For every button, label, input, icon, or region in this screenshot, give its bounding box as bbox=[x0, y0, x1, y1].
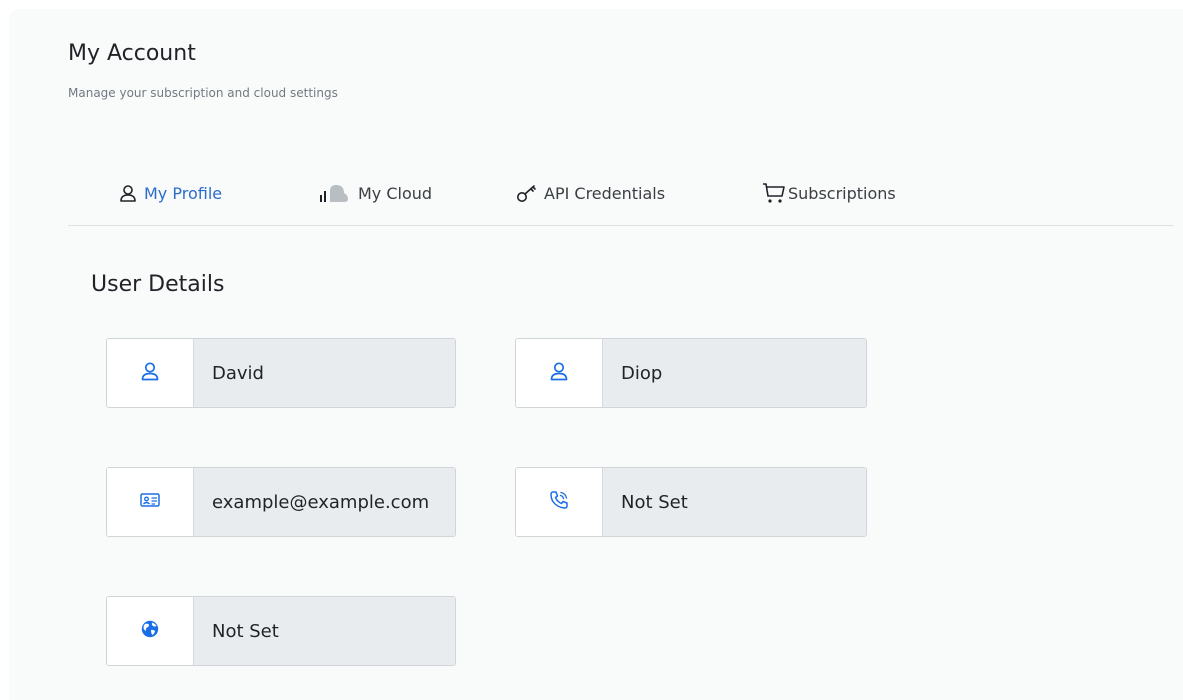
tab-label: Subscriptions bbox=[788, 183, 896, 203]
cart-icon bbox=[762, 182, 786, 204]
id-card-icon bbox=[140, 492, 160, 512]
field-icon-cell bbox=[107, 597, 193, 665]
country-value[interactable]: Not Set bbox=[193, 597, 455, 665]
phone-value[interactable]: Not Set bbox=[602, 468, 866, 536]
cloud-chart-icon bbox=[318, 183, 352, 203]
globe-icon bbox=[140, 619, 160, 643]
user-icon bbox=[139, 360, 161, 386]
user-icon bbox=[548, 360, 570, 386]
tab-api-credentials[interactable]: API Credentials bbox=[516, 180, 665, 206]
last-name-value[interactable]: Diop bbox=[602, 339, 866, 407]
field-icon-cell bbox=[107, 468, 193, 536]
email-field[interactable]: example@example.com bbox=[106, 467, 456, 537]
page-title: My Account bbox=[68, 41, 196, 66]
phone-icon bbox=[548, 489, 570, 515]
field-icon-cell bbox=[516, 468, 602, 536]
user-icon bbox=[118, 183, 138, 203]
email-value[interactable]: example@example.com bbox=[193, 468, 455, 536]
country-field[interactable]: Not Set bbox=[106, 596, 456, 666]
tab-label: API Credentials bbox=[544, 183, 666, 203]
account-tabs: My Profile My Cloud API Credentials Subs… bbox=[68, 170, 1174, 226]
field-icon-cell bbox=[107, 339, 193, 407]
last-name-field[interactable]: Diop bbox=[515, 338, 867, 408]
key-icon bbox=[516, 183, 538, 203]
tab-my-profile[interactable]: My Profile bbox=[118, 180, 222, 206]
section-title: User Details bbox=[91, 272, 225, 297]
tab-my-cloud[interactable]: My Cloud bbox=[318, 180, 432, 206]
first-name-value[interactable]: David bbox=[193, 339, 455, 407]
phone-field[interactable]: Not Set bbox=[515, 467, 867, 537]
tab-subscriptions[interactable]: Subscriptions bbox=[762, 180, 896, 206]
tab-label: My Profile bbox=[144, 183, 223, 203]
page-subtitle: Manage your subscription and cloud setti… bbox=[68, 86, 338, 100]
tab-label: My Cloud bbox=[358, 183, 433, 203]
field-icon-cell bbox=[516, 339, 602, 407]
first-name-field[interactable]: David bbox=[106, 338, 456, 408]
